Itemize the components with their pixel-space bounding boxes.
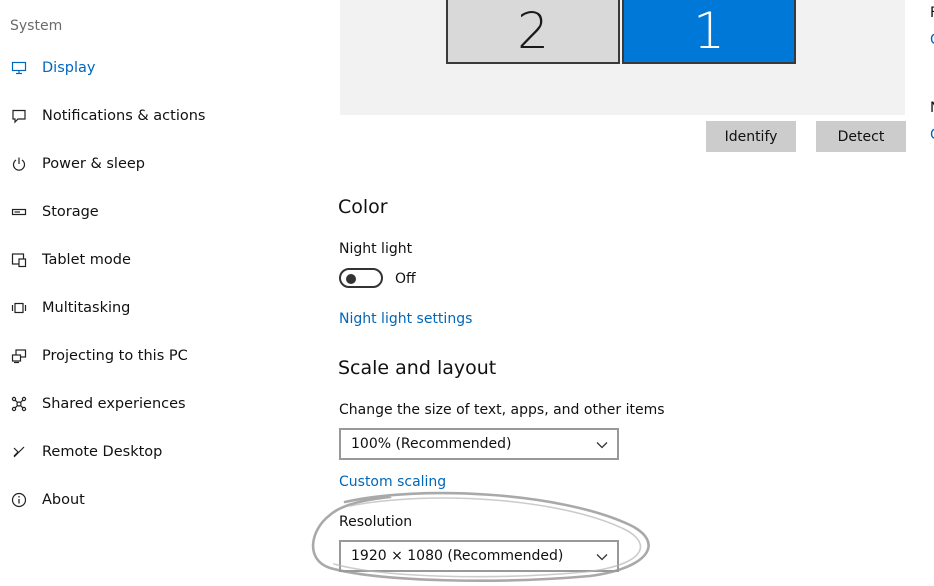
scale-value: 100% (Recommended) xyxy=(351,436,512,452)
sidebar-item-shared-experiences[interactable]: Shared experiences xyxy=(0,384,300,424)
sidebar-item-projecting[interactable]: Projecting to this PC xyxy=(0,336,300,376)
chevron-down-icon xyxy=(596,442,608,449)
storage-icon xyxy=(9,202,29,222)
tablet-icon xyxy=(9,250,29,270)
toggle-knob xyxy=(346,274,356,284)
identify-button[interactable]: Identify xyxy=(706,121,796,152)
shared-experiences-icon xyxy=(9,394,29,414)
monitor-icon xyxy=(9,58,29,78)
sidebar-item-label: Storage xyxy=(42,204,99,220)
sidebar: System Display Notifications & actions P… xyxy=(0,0,320,586)
sidebar-item-power-sleep[interactable]: Power & sleep xyxy=(0,144,300,184)
sidebar-item-notifications[interactable]: Notifications & actions xyxy=(0,96,300,136)
sidebar-item-label: Projecting to this PC xyxy=(42,348,188,364)
sidebar-section-label: System xyxy=(10,18,63,34)
sidebar-item-label: About xyxy=(42,492,85,508)
monitor-number: 2 xyxy=(517,2,549,60)
color-heading: Color xyxy=(338,196,388,218)
monitor-1-tile[interactable]: 1 xyxy=(622,0,796,64)
scale-dropdown[interactable]: 100% (Recommended) xyxy=(339,428,619,460)
detect-button[interactable]: Detect xyxy=(816,121,906,152)
sidebar-item-label: Power & sleep xyxy=(42,156,145,172)
sidebar-item-label: Shared experiences xyxy=(42,396,186,412)
night-light-label: Night light xyxy=(339,241,413,257)
sidebar-item-label: Tablet mode xyxy=(42,252,131,268)
power-icon xyxy=(9,154,29,174)
info-icon xyxy=(9,490,29,510)
multitasking-icon xyxy=(9,298,29,318)
sidebar-item-label: Notifications & actions xyxy=(42,108,206,124)
right-edge-cutoff-link: C xyxy=(930,127,934,143)
scale-layout-heading: Scale and layout xyxy=(338,357,497,379)
notification-icon xyxy=(9,106,29,126)
sidebar-item-display[interactable]: Display xyxy=(0,48,300,88)
settings-window: System Display Notifications & actions P… xyxy=(0,0,934,586)
sidebar-item-storage[interactable]: Storage xyxy=(0,192,300,232)
sidebar-item-label: Display xyxy=(42,60,96,76)
monitor-2-tile[interactable]: 2 xyxy=(446,0,620,64)
night-light-settings-link[interactable]: Night light settings xyxy=(339,311,472,327)
projecting-icon xyxy=(9,346,29,366)
right-edge-cutoff-link: C xyxy=(930,32,934,48)
sidebar-item-tablet-mode[interactable]: Tablet mode xyxy=(0,240,300,280)
sidebar-item-multitasking[interactable]: Multitasking xyxy=(0,288,300,328)
highlight-scribble-annotation xyxy=(311,491,650,582)
right-edge-cutoff-text: F xyxy=(930,5,934,21)
scale-label: Change the size of text, apps, and other… xyxy=(339,402,665,418)
remote-desktop-icon xyxy=(9,442,29,462)
sidebar-item-label: Multitasking xyxy=(42,300,131,316)
night-light-state: Off xyxy=(395,271,416,287)
right-edge-cutoff-text: N xyxy=(930,100,934,116)
sidebar-item-label: Remote Desktop xyxy=(42,444,163,460)
sidebar-item-remote-desktop[interactable]: Remote Desktop xyxy=(0,432,300,472)
monitor-number: 1 xyxy=(693,2,725,60)
night-light-toggle[interactable] xyxy=(339,268,383,288)
sidebar-item-about[interactable]: About xyxy=(0,480,300,520)
